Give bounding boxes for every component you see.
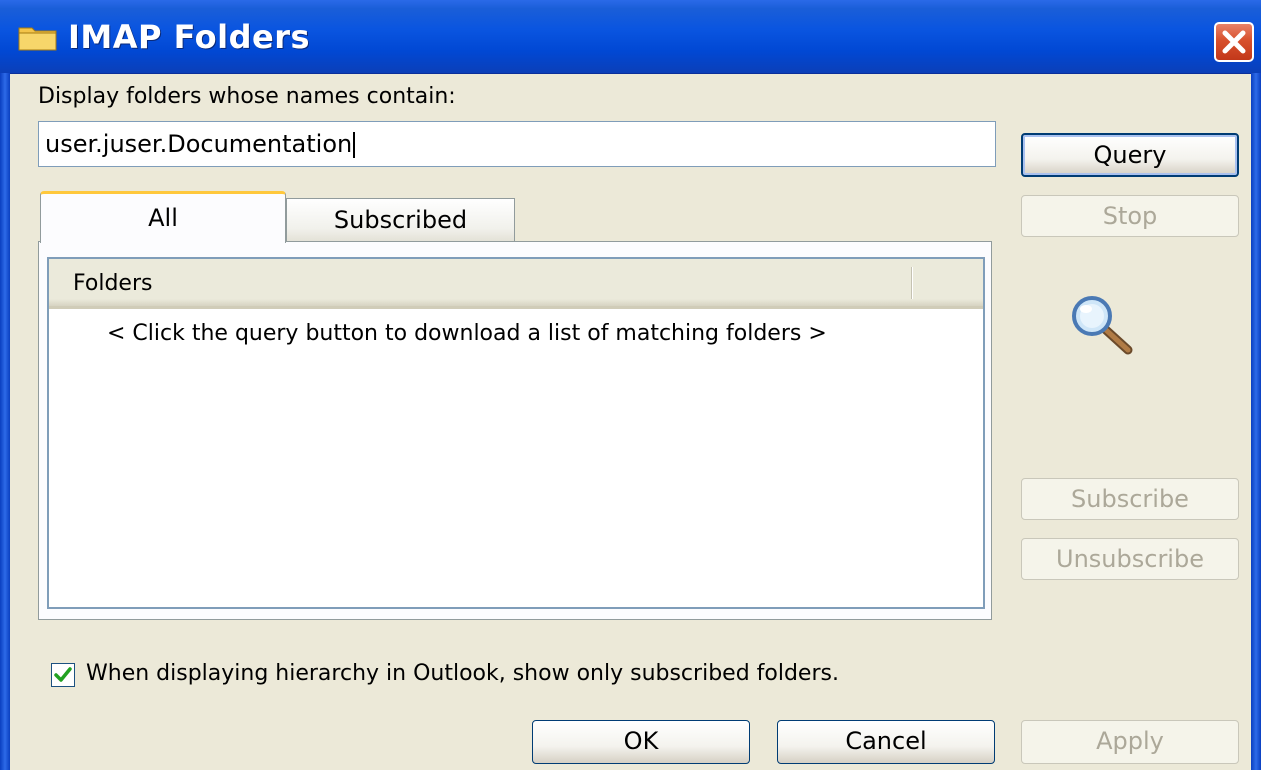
folders-column-header[interactable]: Folders	[49, 259, 983, 309]
unsubscribe-button[interactable]: Unsubscribe	[1021, 538, 1239, 580]
window-title: IMAP Folders	[68, 18, 311, 56]
close-icon	[1222, 30, 1246, 54]
empty-list-message: < Click the query button to download a l…	[107, 321, 827, 346]
subscribed-only-label[interactable]: When displaying hierarchy in Outlook, sh…	[86, 661, 839, 686]
tab-subscribed[interactable]: Subscribed	[286, 198, 515, 241]
search-label: Display folders whose names contain:	[38, 84, 456, 109]
folder-name-input-value: user.juser.Documentation	[45, 130, 353, 158]
folder-icon	[18, 27, 57, 51]
column-header-label: Folders	[73, 271, 153, 296]
query-button[interactable]: Query	[1021, 133, 1239, 177]
text-caret	[353, 132, 356, 158]
cancel-button[interactable]: Cancel	[777, 720, 995, 764]
subscribed-only-checkbox[interactable]	[51, 663, 75, 687]
close-button[interactable]	[1214, 22, 1254, 62]
window-frame-left	[0, 73, 10, 770]
subscribe-button[interactable]: Subscribe	[1021, 478, 1239, 520]
magnifier-icon	[1072, 296, 1133, 355]
apply-button[interactable]: Apply	[1021, 720, 1239, 764]
checkmark-icon	[54, 667, 72, 682]
folder-name-input[interactable]: user.juser.Documentation	[38, 121, 996, 167]
folder-list[interactable]: Folders < Click the query button to down…	[47, 257, 985, 609]
column-divider[interactable]	[911, 267, 913, 299]
stop-button[interactable]: Stop	[1021, 195, 1239, 237]
tab-all[interactable]: All	[40, 191, 286, 243]
title-bar[interactable]: IMAP Folders	[0, 0, 1261, 74]
window-frame-right	[1251, 73, 1261, 770]
ok-button[interactable]: OK	[532, 720, 750, 764]
